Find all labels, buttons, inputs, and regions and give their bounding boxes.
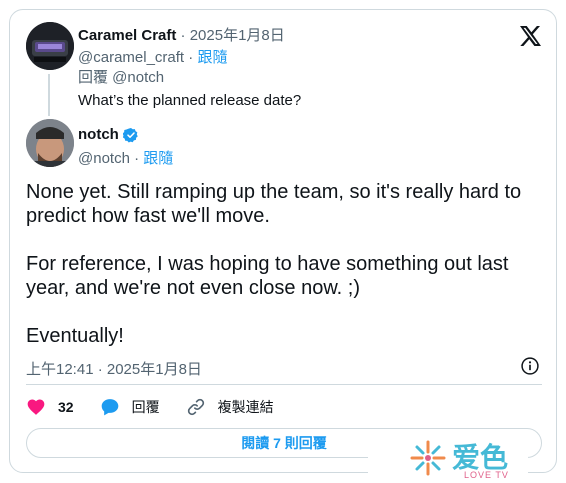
tweet-embed-card: Caramel Craft · 2025年1月8日 @caramel_craft… <box>9 9 557 473</box>
snowflake-logo-icon <box>410 440 446 476</box>
main-author-name[interactable]: notch <box>78 126 119 143</box>
x-logo-icon[interactable] <box>518 24 542 48</box>
reply-author-row: Caramel Craft · 2025年1月8日 <box>78 27 285 44</box>
main-follow-link[interactable]: 跟隨 <box>143 150 173 167</box>
watermark-subtext: LOVE TV <box>464 470 509 480</box>
reply-handle[interactable]: @caramel_craft <box>78 49 184 66</box>
reply-button[interactable]: 回覆 <box>100 397 160 417</box>
main-handle[interactable]: @notch <box>78 150 130 167</box>
tweet-paragraph: For reference, I was hoping to have some… <box>26 253 509 299</box>
caramel-craft-avatar[interactable] <box>26 22 74 70</box>
watermark: 爱色 LOVE TV <box>368 432 528 482</box>
copy-link-button[interactable]: 複製連結 <box>186 397 274 417</box>
tweet-timestamp[interactable]: 上午12:41 · 2025年1月8日 <box>26 358 202 379</box>
reply-text: What’s the planned release date? <box>78 92 302 109</box>
reply-handle-row: @caramel_craft · 跟隨 <box>78 49 228 66</box>
reply-bubble-icon <box>101 399 118 416</box>
like-button[interactable]: 32 <box>26 397 74 417</box>
reply-author-name[interactable]: Caramel Craft <box>78 27 176 44</box>
like-count: 32 <box>58 399 74 415</box>
tweet-paragraph: None yet. Still ramping up the team, so … <box>26 181 522 227</box>
reply-label: 回覆 <box>131 399 160 415</box>
tweet-body: None yet. Still ramping up the team, so … <box>26 180 546 372</box>
main-handle-row: @notch · 跟隨 <box>78 150 174 167</box>
replying-to-label: 回覆 @notch <box>78 69 165 86</box>
info-icon[interactable] <box>520 356 540 376</box>
reply-follow-link[interactable]: 跟隨 <box>197 49 227 66</box>
notch-avatar[interactable] <box>26 119 74 167</box>
heart-icon <box>27 399 45 415</box>
verified-badge-icon <box>122 127 138 143</box>
copy-link-label: 複製連結 <box>217 399 274 415</box>
tweet-paragraph: Eventually! <box>26 325 124 347</box>
action-bar: 32 回覆 複製連結 <box>26 394 300 420</box>
divider <box>26 384 542 385</box>
link-icon <box>187 398 204 416</box>
reply-date[interactable]: 2025年1月8日 <box>190 27 285 44</box>
main-author-row: notch <box>78 126 139 143</box>
thread-connector-line <box>48 74 50 116</box>
